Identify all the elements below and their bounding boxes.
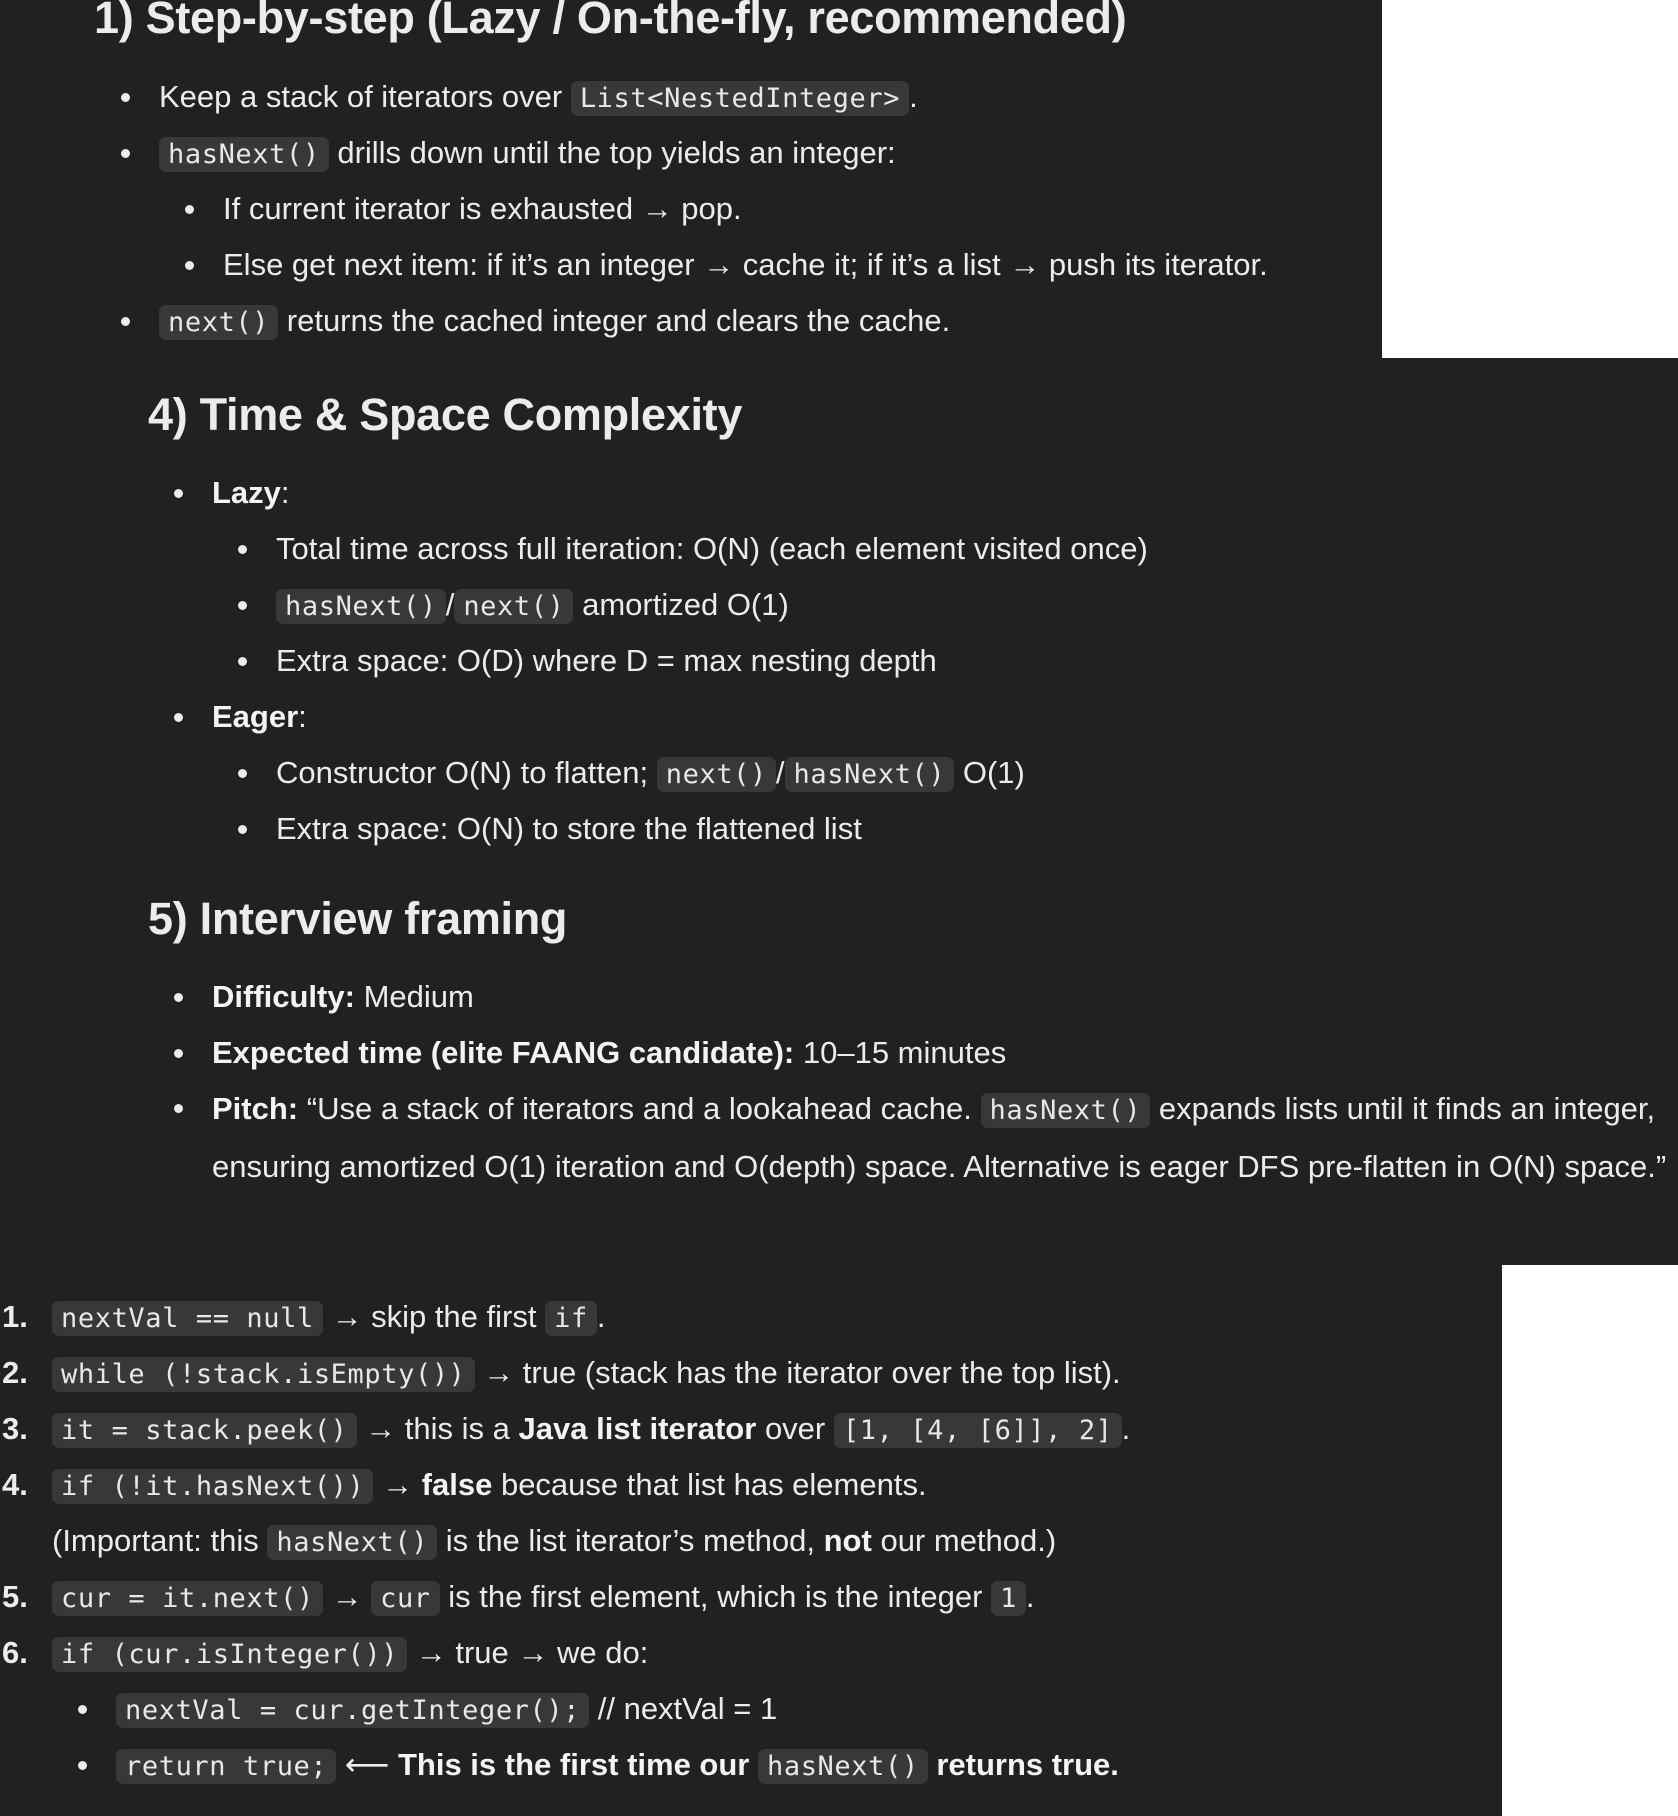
trace-step-1: nextVal == null → skip the first if. bbox=[52, 1295, 605, 1341]
section-heading-complexity: 4) Time & Space Complexity bbox=[148, 389, 743, 440]
step-number: 3. bbox=[2, 1411, 28, 1446]
inline-code: cur = it.next() bbox=[52, 1581, 323, 1616]
list-item: Extra space: O(N) to store the flattened… bbox=[238, 807, 862, 851]
section-heading-step-by-step: 1) Step-by-step (Lazy / On-the-fly, reco… bbox=[94, 0, 1127, 43]
inline-code: List<NestedInteger> bbox=[570, 81, 910, 116]
trace-note: (Important: this hasNext() is the list i… bbox=[52, 1523, 1057, 1560]
inline-code: hasNext() bbox=[276, 589, 446, 624]
list-item-pitch: Pitch: “Use a stack of iterators and a l… bbox=[174, 1081, 1678, 1195]
list-item-difficulty: Difficulty: Medium bbox=[174, 975, 474, 1019]
inline-code: hasNext() bbox=[267, 1525, 438, 1560]
list-item: hasNext() / next() amortized O(1) bbox=[238, 583, 789, 629]
inline-code: next() bbox=[454, 589, 574, 624]
inline-code: hasNext() bbox=[980, 1093, 1151, 1128]
inline-code: it = stack.peek() bbox=[52, 1413, 357, 1448]
list-item: If current iterator is exhausted → pop. bbox=[185, 187, 742, 231]
inline-code: return true; bbox=[116, 1749, 337, 1784]
step-number: 1. bbox=[2, 1299, 28, 1334]
trace-step-4: if (!it.hasNext()) → false because that … bbox=[52, 1463, 927, 1509]
inline-code: hasNext() bbox=[784, 757, 955, 792]
inline-code: 1 bbox=[991, 1581, 1026, 1616]
list-item: Extra space: O(D) where D = max nesting … bbox=[238, 639, 937, 683]
list-item: nextVal = cur.getInteger(); // nextVal =… bbox=[77, 1687, 777, 1733]
inline-code: next() bbox=[656, 757, 776, 792]
step-number: 6. bbox=[2, 1635, 28, 1670]
inline-code: hasNext() bbox=[159, 137, 329, 172]
list-item: Else get next item: if it’s an integer →… bbox=[185, 243, 1268, 287]
list-item: return true; ⟵ This is the first time ou… bbox=[78, 1743, 1119, 1789]
inline-code: next() bbox=[159, 305, 279, 340]
list-item: Total time across full iteration: O(N) (… bbox=[238, 527, 1148, 571]
trace-step-5: cur = it.next() → cur is the first eleme… bbox=[52, 1575, 1035, 1621]
trace-step-2: while (!stack.isEmpty()) → true (stack h… bbox=[52, 1351, 1121, 1397]
step-number: 4. bbox=[2, 1467, 28, 1502]
inline-code: hasNext() bbox=[757, 1749, 928, 1784]
inline-code: cur bbox=[371, 1581, 440, 1616]
list-item-eager: Eager: bbox=[174, 695, 307, 739]
inline-code: nextVal = cur.getInteger(); bbox=[116, 1693, 590, 1728]
trace-step-3: it = stack.peek() → this is a Java list … bbox=[52, 1407, 1130, 1453]
step-number: 2. bbox=[2, 1355, 28, 1390]
list-item-expected-time: Expected time (elite FAANG candidate): 1… bbox=[173, 1031, 1006, 1075]
list-item: Constructor O(N) to flatten; next() / hasN… bbox=[238, 751, 1025, 797]
background-patch-bottom-right bbox=[1502, 1265, 1678, 1816]
inline-code: while (!stack.isEmpty()) bbox=[52, 1357, 475, 1392]
section-heading-interview: 5) Interview framing bbox=[148, 893, 568, 944]
list-item: hasNext() drills down until the top yiel… bbox=[121, 131, 896, 177]
inline-code: [1, [4, [6]], 2] bbox=[833, 1413, 1122, 1448]
list-item-lazy: Lazy: bbox=[174, 471, 290, 515]
list-item: Keep a stack of iterators over List<Nest… bbox=[121, 75, 918, 121]
inline-code: nextVal == null bbox=[52, 1301, 323, 1336]
trace-step-6: if (cur.isInteger()) → true → we do: bbox=[52, 1631, 648, 1677]
inline-code: if bbox=[545, 1301, 597, 1336]
list-item: next() returns the cached integer and cl… bbox=[120, 299, 950, 345]
step-number: 5. bbox=[2, 1579, 28, 1614]
inline-code: if (!it.hasNext()) bbox=[52, 1469, 374, 1504]
background-patch-top-right bbox=[1382, 0, 1678, 358]
inline-code: if (cur.isInteger()) bbox=[52, 1637, 408, 1672]
